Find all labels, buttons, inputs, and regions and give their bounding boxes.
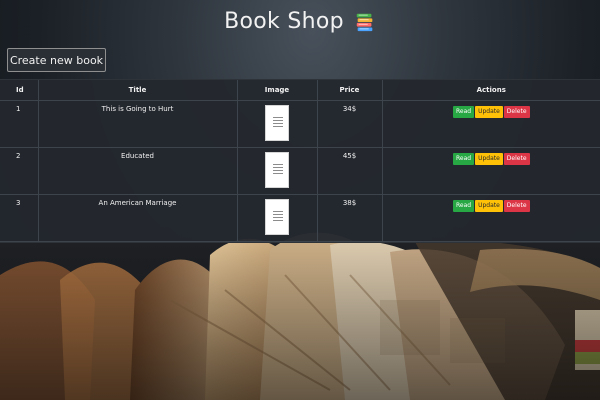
row-action-group: Read Update Delete (383, 152, 600, 165)
book-id: 1 (0, 100, 39, 148)
book-title: An American Marriage (38, 194, 238, 242)
book-actions: Read Update Delete (382, 147, 600, 195)
book-actions: Read Update Delete (382, 194, 600, 242)
book-image-cell (237, 147, 318, 195)
delete-button[interactable]: Delete (503, 105, 530, 118)
book-cover-thumbnail (265, 151, 289, 188)
read-button[interactable]: Read (452, 152, 475, 165)
column-header-id: Id (0, 80, 39, 101)
update-button[interactable]: Update (475, 105, 503, 118)
book-cover-lines-icon (273, 210, 283, 221)
read-button[interactable]: Read (452, 199, 475, 212)
table-row: 1 This is Going to Hurt 34$ Read Update … (0, 100, 600, 148)
book-cover-thumbnail (265, 104, 289, 141)
delete-button[interactable]: Delete (503, 199, 530, 212)
row-action-group: Read Update Delete (383, 105, 600, 118)
table-row: 3 An American Marriage 38$ Read Update D… (0, 194, 600, 242)
book-shop-page: Book Shop Create new book Id Title Image (0, 0, 600, 400)
table-header-row: Id Title Image Price Actions (0, 80, 600, 101)
book-id: 3 (0, 194, 39, 242)
book-price: 45$ (317, 147, 383, 195)
column-header-image: Image (237, 80, 318, 101)
book-price: 38$ (317, 194, 383, 242)
column-header-actions: Actions (382, 80, 600, 101)
delete-button[interactable]: Delete (503, 152, 530, 165)
create-new-book-button[interactable]: Create new book (7, 48, 106, 72)
book-cover-lines-icon (273, 163, 283, 174)
book-image-cell (237, 100, 318, 148)
book-title: Educated (38, 147, 238, 195)
row-action-group: Read Update Delete (383, 199, 600, 212)
books-icon (354, 11, 376, 33)
book-title: This is Going to Hurt (38, 100, 238, 148)
book-image-cell (237, 194, 318, 242)
table-row: 2 Educated 45$ Read Update Delete (0, 147, 600, 195)
page-header: Book Shop (0, 0, 600, 44)
column-header-price: Price (317, 80, 383, 101)
book-cover-lines-icon (273, 116, 283, 127)
page-title: Book Shop (224, 9, 344, 34)
books-table-wrapper: Id Title Image Price Actions 1 This is G… (0, 79, 600, 243)
book-id: 2 (0, 147, 39, 195)
column-header-title: Title (38, 80, 238, 101)
update-button[interactable]: Update (475, 152, 503, 165)
book-cover-thumbnail (265, 198, 289, 235)
book-price: 34$ (317, 100, 383, 148)
read-button[interactable]: Read (452, 105, 475, 118)
books-table: Id Title Image Price Actions 1 This is G… (0, 80, 600, 242)
book-actions: Read Update Delete (382, 100, 600, 148)
update-button[interactable]: Update (475, 199, 503, 212)
